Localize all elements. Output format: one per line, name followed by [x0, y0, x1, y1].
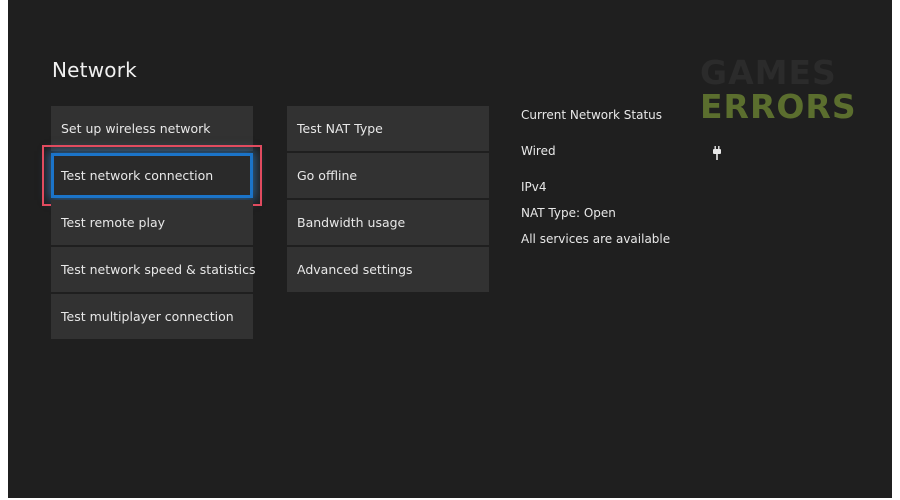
test-remote-play-button[interactable]: Test remote play	[51, 200, 253, 245]
network-settings-screen: Network Set up wireless network Test net…	[8, 0, 892, 498]
test-network-speed-button[interactable]: Test network speed & statistics	[51, 247, 256, 292]
connection-type: Wired	[521, 144, 556, 158]
games-errors-logo: GAMES ERRORS	[700, 53, 857, 126]
bandwidth-usage-button[interactable]: Bandwidth usage	[287, 200, 489, 245]
page-title: Network	[52, 58, 137, 82]
ip-protocol: IPv4	[521, 180, 547, 194]
test-multiplayer-connection-button[interactable]: Test multiplayer connection	[51, 294, 253, 339]
go-offline-button[interactable]: Go offline	[287, 153, 489, 198]
plug-icon	[713, 146, 721, 160]
services-status: All services are available	[521, 232, 671, 246]
test-nat-type-button[interactable]: Test NAT Type	[287, 106, 489, 151]
advanced-settings-button[interactable]: Advanced settings	[287, 247, 489, 292]
test-network-connection-button[interactable]: Test network connection	[42, 145, 262, 206]
status-heading: Current Network Status	[521, 108, 663, 122]
network-menu-middle: Test NAT Type Go offline Bandwidth usage…	[287, 106, 489, 294]
network-menu-left: Set up wireless network Test network con…	[42, 106, 262, 341]
nat-type: NAT Type: Open	[521, 206, 616, 220]
